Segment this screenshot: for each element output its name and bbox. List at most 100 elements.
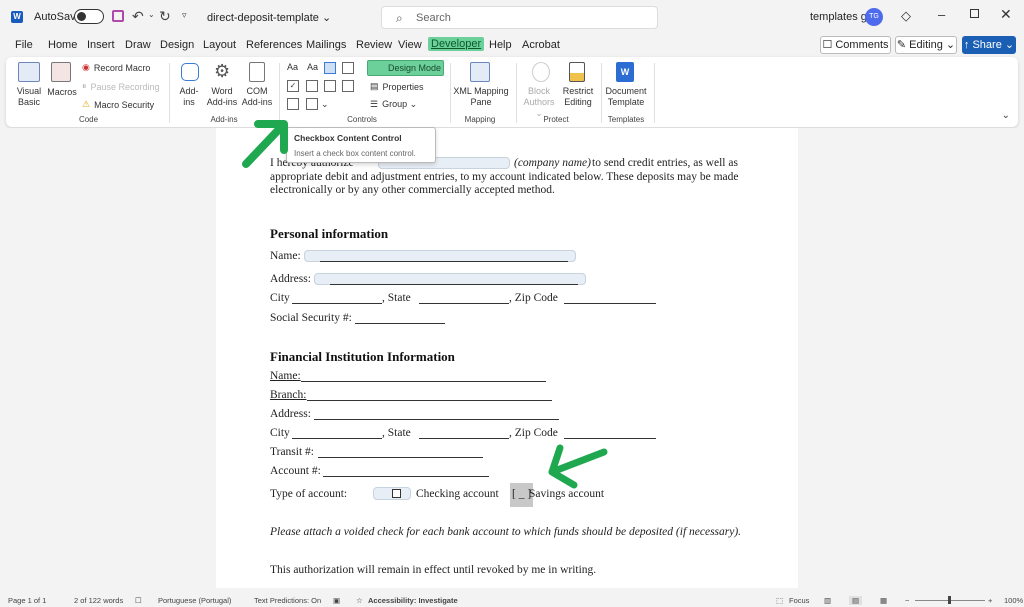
record-macro-button[interactable]: ◉ Record Macro	[82, 62, 150, 73]
document-title[interactable]: direct-deposit-template ⌄	[207, 11, 331, 24]
autosave-toggle[interactable]	[74, 9, 104, 24]
diamond-icon[interactable]: ◇	[901, 8, 911, 24]
repeating-section-control-button[interactable]	[287, 98, 299, 110]
tab-design[interactable]: Design	[160, 39, 194, 51]
transit-field[interactable]	[318, 457, 483, 458]
separator	[516, 63, 517, 123]
document-template-icon: W	[616, 62, 634, 82]
design-mode-button[interactable]: Design Mode	[367, 60, 444, 76]
close-button[interactable]: ✕	[1000, 6, 1012, 23]
word-count[interactable]: 2 of 122 words	[74, 596, 123, 605]
zoom-out-button[interactable]: −	[905, 596, 909, 605]
com-addins-button[interactable]: COM Add-ins	[240, 86, 274, 108]
document-template-button[interactable]: Document Template	[604, 86, 648, 108]
print-layout-icon[interactable]: ▤	[849, 596, 863, 605]
group-label-controls: Controls	[347, 115, 377, 124]
text-predictions[interactable]: Text Predictions: On	[254, 596, 321, 605]
macros-button[interactable]: Macros	[46, 87, 78, 98]
bank-city-field[interactable]	[292, 438, 382, 439]
checkbox-control-button[interactable]: ✓	[287, 80, 299, 92]
properties-button[interactable]: ▤ Properties	[370, 81, 424, 92]
tab-acrobat[interactable]: Acrobat	[522, 39, 560, 51]
web-layout-icon[interactable]: ▦	[880, 596, 887, 605]
tab-review[interactable]: Review	[356, 39, 392, 51]
bank-name-field[interactable]	[301, 381, 546, 382]
picture-control-button[interactable]	[324, 62, 336, 74]
addins-button[interactable]: Add-ins	[174, 86, 204, 108]
intro-text-rest: to send credit entries, as well as	[592, 157, 738, 169]
zoom-in-button[interactable]: +	[988, 596, 992, 605]
visual-basic-button[interactable]: Visual Basic	[12, 86, 46, 108]
tab-layout[interactable]: Layout	[203, 39, 236, 51]
properties-icon: ▤	[370, 81, 379, 91]
minimize-button[interactable]: –	[938, 7, 945, 22]
comments-button[interactable]: ☐ Comments	[820, 36, 891, 54]
bank-zip-field[interactable]	[564, 438, 656, 439]
tab-references[interactable]: References	[246, 39, 302, 51]
restrict-editing-button[interactable]: Restrict Editing	[562, 86, 594, 108]
checkbox-icon	[392, 489, 401, 498]
undo-icon[interactable]: ↶	[132, 8, 144, 25]
search-input[interactable]: ⌕ Search	[381, 6, 658, 29]
read-mode-icon[interactable]: ▥	[824, 596, 831, 605]
tab-view[interactable]: View	[398, 39, 422, 51]
ssn-field[interactable]	[355, 323, 445, 324]
customize-qat-icon[interactable]: ▿	[182, 10, 187, 21]
bank-address-field[interactable]	[314, 419, 559, 420]
com-addins-icon	[249, 62, 265, 82]
avatar[interactable]: TG	[865, 8, 883, 26]
legacy-tools-button[interactable]	[306, 98, 318, 110]
restore-button[interactable]	[970, 9, 979, 18]
branch-field[interactable]	[307, 400, 552, 401]
tab-mailings[interactable]: Mailings	[306, 39, 346, 51]
accessibility-status[interactable]: Accessibility: Investigate	[368, 596, 458, 605]
proofing-icon[interactable]: ☐	[135, 596, 142, 605]
tab-insert[interactable]: Insert	[87, 39, 115, 51]
redo-icon[interactable]: ↻	[159, 8, 171, 25]
zoom-level[interactable]: 100%	[1004, 596, 1023, 605]
xml-mapping-pane-button[interactable]: XML Mapping Pane	[450, 86, 512, 108]
plain-text-control-button[interactable]: Aa	[307, 62, 318, 73]
group-label-templates: Templates	[607, 115, 645, 124]
developer-ribbon: Visual Basic Macros ◉ Record Macro ⏸ Pause…	[6, 57, 1018, 127]
editing-mode-button[interactable]: ✎ Editing ⌄	[895, 36, 957, 54]
page-count[interactable]: Page 1 of 1	[8, 596, 46, 605]
tab-developer[interactable]: Developer	[428, 37, 485, 51]
zoom-slider-thumb[interactable]	[948, 596, 951, 604]
bank-state-field[interactable]	[419, 438, 509, 439]
group-button[interactable]: ☰ Group ⌄	[370, 99, 417, 110]
tab-draw[interactable]: Draw	[125, 39, 151, 51]
building-block-control-button[interactable]	[342, 62, 354, 74]
checking-checkbox-control[interactable]	[373, 487, 411, 500]
rich-text-control-button[interactable]: Aa	[287, 62, 298, 73]
tab-home[interactable]: Home	[48, 39, 77, 51]
city-field[interactable]	[292, 303, 382, 304]
combo-box-control-button[interactable]	[306, 80, 318, 92]
group-icon: ☰	[370, 99, 379, 109]
title-bar: W AutoSave ↶ ⌄ ↻ ▿ direct-deposit-templa…	[0, 0, 1024, 34]
ribbon-collapse-icon[interactable]: ⌄	[1002, 110, 1010, 121]
focus-button[interactable]: Focus	[789, 596, 809, 605]
save-icon[interactable]	[112, 10, 124, 22]
tab-file[interactable]: File	[15, 39, 33, 51]
bank-zip-label: , Zip Code	[509, 427, 558, 439]
word-addins-button[interactable]: Word Add-ins	[204, 86, 240, 108]
visual-basic-icon	[18, 62, 40, 82]
tooltip-title: Checkbox Content Control	[294, 133, 402, 143]
state-field[interactable]	[419, 303, 509, 304]
zip-field[interactable]	[564, 303, 656, 304]
date-picker-control-button[interactable]	[342, 80, 354, 92]
account-field[interactable]	[323, 476, 489, 477]
checkbox-tooltip: Checkbox Content Control Insert a check …	[286, 127, 436, 163]
tab-help[interactable]: Help	[489, 39, 512, 51]
language[interactable]: Portuguese (Portugal)	[158, 596, 231, 605]
macro-security-button[interactable]: ⚠ Macro Security	[82, 99, 154, 110]
macro-recording-icon[interactable]: ▣	[333, 596, 340, 605]
undo-dropdown-icon[interactable]: ⌄	[148, 10, 155, 19]
share-button[interactable]: ↑ Share ⌄	[962, 36, 1016, 54]
pause-recording-button[interactable]: ⏸ Pause Recording	[82, 81, 160, 92]
legacy-tools-dropdown-icon[interactable]: ⌄	[321, 99, 329, 110]
record-macro-icon: ◉	[82, 62, 90, 72]
dropdown-control-button[interactable]	[324, 80, 336, 92]
search-icon: ⌕	[396, 11, 403, 25]
